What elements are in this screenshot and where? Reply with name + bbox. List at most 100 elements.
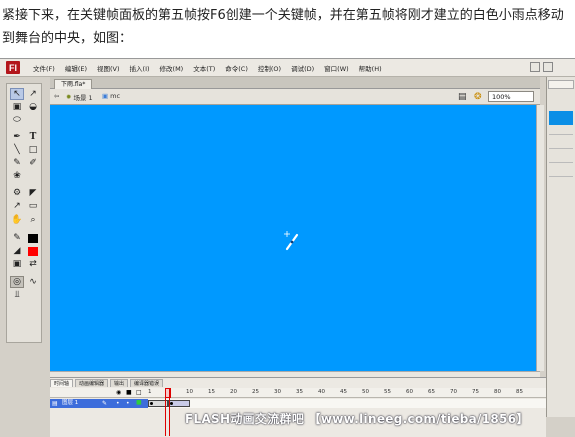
menu-debug[interactable]: 调试(D)	[286, 63, 319, 73]
properties-row	[549, 129, 573, 135]
layer-icon: ▤	[52, 400, 58, 407]
fill-color-swatch[interactable]	[28, 246, 38, 256]
frame-label: 65	[428, 389, 435, 395]
eraser-tool-icon[interactable]: ▭	[26, 200, 40, 212]
bone-tool-icon[interactable]: ⚙	[10, 187, 24, 199]
properties-row	[549, 171, 573, 177]
flash-app-window: Fl 文件(F) 编辑(E) 视图(V) 插入(I) 修改(M) 文本(T) 命…	[0, 58, 575, 437]
frame-label: 25	[252, 389, 259, 395]
menu-edit[interactable]: 编辑(E)	[60, 63, 92, 73]
frame-label: 15	[208, 389, 215, 395]
subselection-tool-icon[interactable]: ↗	[26, 88, 40, 100]
tab-motion-editor[interactable]: 动画编辑器	[75, 379, 109, 387]
layer-label: 图层 1	[62, 400, 79, 406]
menu-modify[interactable]: 修改(M)	[155, 63, 189, 73]
deco-tool-icon[interactable]: ❀	[10, 170, 24, 182]
smooth-icon[interactable]: ∿	[26, 276, 40, 288]
stroke-color-icon[interactable]: ✎	[10, 232, 24, 244]
frame-label: 85	[516, 389, 523, 395]
straighten-icon[interactable]: ⫫	[10, 289, 24, 301]
layer-visible-dot[interactable]: •	[116, 399, 120, 408]
line-tool-icon[interactable]: ╲	[10, 144, 24, 156]
hand-tool-icon[interactable]: ✋	[10, 214, 24, 226]
zoom-tool-icon[interactable]: ⌕	[26, 214, 40, 226]
pen-tool-icon[interactable]: ✒	[10, 131, 24, 143]
frame-label: 20	[230, 389, 237, 395]
free-transform-tool-icon[interactable]: ▣	[10, 101, 24, 113]
brush-tool-icon[interactable]: ✐	[26, 157, 40, 169]
menu-commands[interactable]: 命令(C)	[220, 63, 253, 73]
lasso-tool-icon[interactable]: ⬭	[10, 114, 24, 126]
close-button[interactable]	[543, 62, 553, 72]
raindrop-symbol[interactable]	[285, 233, 299, 251]
minimize-button[interactable]	[530, 62, 540, 72]
tools-panel: ↖ ↗ ▣ ◒ ⬭ ✒ T ╲ □ ✎ ✐ ❀ ⚙ ◤ ↗ ▭ ✋ ⌕ ✎ ◢ …	[6, 83, 42, 343]
black-white-icon[interactable]: ▣	[10, 258, 24, 270]
flash-logo-icon: Fl	[6, 61, 20, 74]
breadcrumb-symbol[interactable]: ▣ mc	[102, 92, 120, 100]
frame-label: 45	[340, 389, 347, 395]
snap-to-objects-icon[interactable]: ◎	[10, 276, 24, 288]
layer-name[interactable]: ▤ 图层 1 ✎ • • ■	[50, 399, 148, 408]
layer-lock-dot[interactable]: •	[126, 399, 130, 408]
menu-window[interactable]: 窗口(W)	[319, 63, 354, 73]
properties-tab[interactable]	[548, 80, 574, 89]
menu-file[interactable]: 文件(F)	[28, 63, 60, 73]
frame-label: 80	[494, 389, 501, 395]
edit-bar: ⇦ ✹ 场景 1 ▣ mc ▤ ❂ 100%	[50, 89, 540, 105]
watermark-text: FLASH动画交流群吧 【www.lineeg.com/tieba/1856】	[185, 412, 529, 426]
crosshair-icon	[284, 231, 290, 237]
stroke-color-swatch[interactable]	[28, 233, 38, 243]
paint-bucket-tool-icon[interactable]: ◤	[26, 187, 40, 199]
fill-color-icon[interactable]: ◢	[10, 245, 24, 257]
eye-icon[interactable]: ◉	[116, 389, 121, 396]
tab-compiler-errors[interactable]: 编译器错误	[130, 379, 164, 387]
outline-icon[interactable]: □	[136, 389, 142, 396]
playhead[interactable]	[165, 388, 170, 436]
layer-outline-box[interactable]: ■	[136, 398, 142, 407]
scene-label: 场景 1	[73, 94, 93, 102]
frame-label: 10	[186, 389, 193, 395]
frame-label: 75	[472, 389, 479, 395]
menu-view[interactable]: 视图(V)	[92, 63, 125, 73]
back-arrow-icon[interactable]: ⇦	[54, 92, 59, 100]
pencil-icon: ✎	[102, 400, 108, 407]
selection-tool-icon[interactable]: ↖	[10, 88, 24, 100]
pencil-tool-icon[interactable]: ✎	[10, 157, 24, 169]
breadcrumb-scene[interactable]: ✹ 场景 1	[66, 92, 93, 102]
scene-icon: ✹	[66, 93, 72, 101]
stage-vertical-scrollbar[interactable]	[536, 105, 544, 371]
frame-label: 1	[148, 389, 152, 395]
swap-colors-icon[interactable]: ⇄	[26, 258, 40, 270]
zoom-select[interactable]: 100%	[488, 91, 534, 102]
menu-insert[interactable]: 插入(I)	[125, 63, 155, 73]
edit-symbols-icon[interactable]: ❂	[474, 92, 482, 102]
layer-row[interactable]: ▤ 图层 1 ✎ • • ■	[50, 399, 546, 408]
eyedropper-tool-icon[interactable]: ↗	[10, 200, 24, 212]
frame-ruler[interactable]: ◉ ■ □ 1 5 10 15 20 25 30 35 40 45 50 55 …	[50, 388, 546, 398]
document-tabs: 下雨.fla*	[50, 77, 540, 89]
screenshot-root: 紧接下来，在关键帧面板的第五帧按F6创建一个关键帧，并在第五帧将刚才建立的白色小…	[0, 0, 575, 437]
document-tab[interactable]: 下雨.fla*	[54, 79, 93, 89]
frame-label: 55	[384, 389, 391, 395]
gradient-transform-tool-icon[interactable]: ◒	[26, 101, 40, 113]
frame-label: 35	[296, 389, 303, 395]
properties-header-block	[549, 111, 573, 125]
menu-control[interactable]: 控制(O)	[253, 63, 286, 73]
intro-paragraph: 紧接下来，在关键帧面板的第五帧按F6创建一个关键帧，并在第五帧将刚才建立的白色小…	[2, 8, 564, 46]
frame-label: 30	[274, 389, 281, 395]
keyframe-1[interactable]	[150, 402, 153, 405]
menu-text[interactable]: 文本(T)	[188, 63, 220, 73]
edit-scene-icon[interactable]: ▤	[458, 92, 467, 102]
keyframe-5[interactable]	[170, 402, 173, 405]
lock-icon[interactable]: ■	[126, 389, 132, 396]
rectangle-tool-icon[interactable]: □	[26, 144, 40, 156]
symbol-label: mc	[110, 92, 121, 100]
menu-help[interactable]: 帮助(H)	[354, 63, 387, 73]
text-tool-icon[interactable]: T	[26, 131, 40, 143]
properties-row	[549, 157, 573, 163]
frame-label: 40	[318, 389, 325, 395]
tab-output[interactable]: 输出	[110, 379, 129, 387]
tab-timeline[interactable]: 时间轴	[50, 379, 74, 387]
stage-canvas[interactable]	[50, 105, 536, 371]
